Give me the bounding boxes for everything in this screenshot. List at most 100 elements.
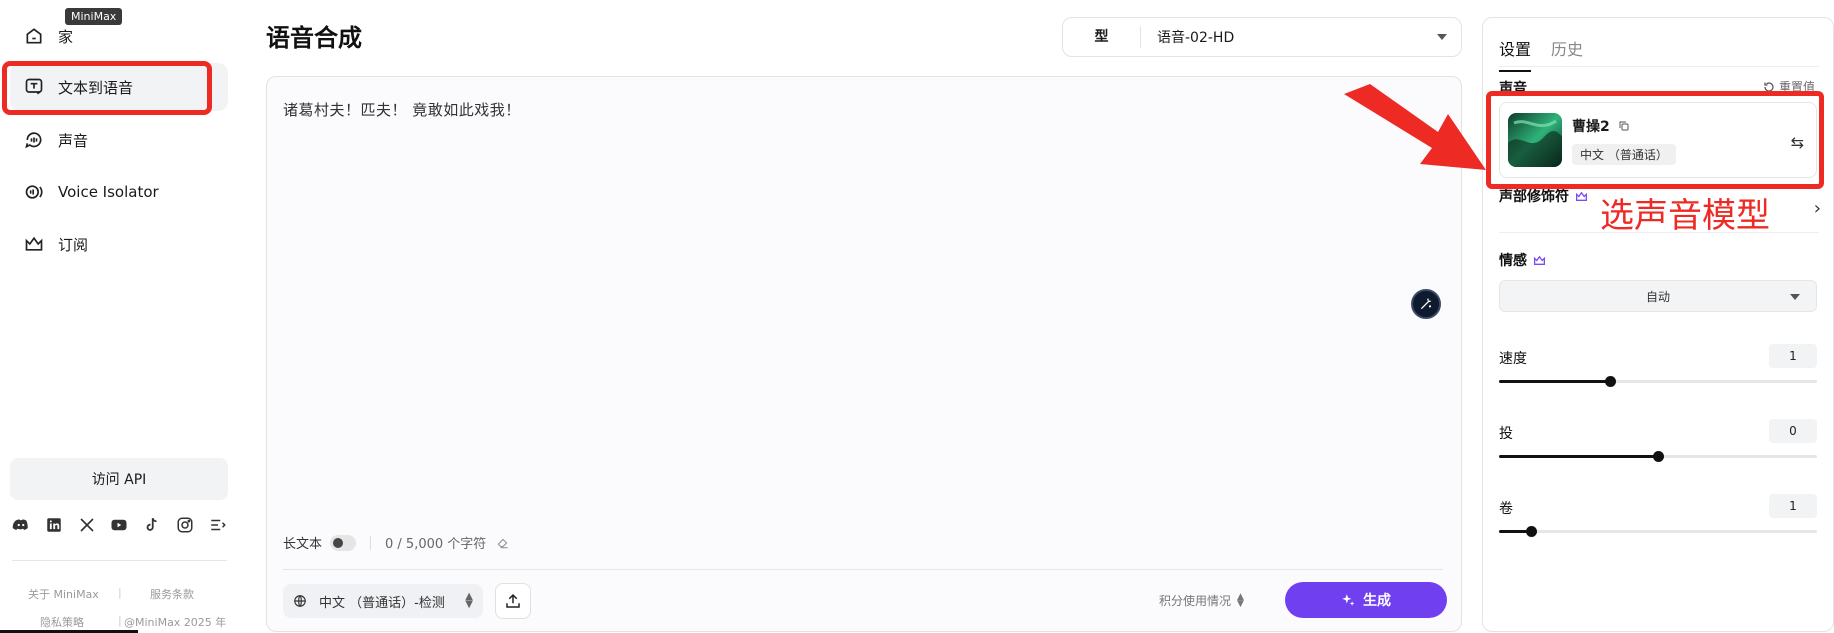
chevron-down-icon <box>1437 34 1447 40</box>
eraser-icon[interactable] <box>496 536 510 550</box>
youtube-icon[interactable] <box>110 516 128 534</box>
upload-button[interactable] <box>495 583 531 619</box>
model-label: 型 <box>1063 26 1141 48</box>
voice-section-label: 声音 <box>1499 78 1527 98</box>
emotion-label: 情感 <box>1499 253 1527 269</box>
home-icon <box>26 28 42 44</box>
pitch-label: 投 <box>1499 426 1513 442</box>
volume-slider[interactable] <box>1499 526 1817 537</box>
discord-icon[interactable] <box>12 516 30 534</box>
speed-value[interactable]: 1 <box>1769 344 1817 368</box>
speed-slider-thumb[interactable] <box>1605 376 1617 387</box>
chevron-right-icon[interactable]: › <box>1814 198 1821 219</box>
pitch-slider[interactable] <box>1499 451 1817 462</box>
volume-value[interactable]: 1 <box>1769 494 1817 518</box>
swap-icon[interactable]: ⇆ <box>1791 133 1804 152</box>
copyright-text: @MiniMax 2025 年 <box>124 616 227 629</box>
volume-label: 卷 <box>1499 501 1513 517</box>
credits-label: 积分使用情况 <box>1159 594 1232 608</box>
globe-icon <box>294 595 306 607</box>
speed-slider-row: 速度 1 <box>1499 344 1817 387</box>
updown-icon: ▲ ▼ <box>1237 591 1244 609</box>
sidebar-item-label: 家 <box>58 27 74 46</box>
language-value: 中文 （普通话）-检测 <box>319 595 445 611</box>
pitch-slider-fill <box>1499 455 1658 458</box>
instagram-icon[interactable] <box>176 516 194 534</box>
sidebar-item-label: 声音 <box>58 131 89 150</box>
text-editor[interactable]: 诸葛村夫！匹夫！ 竟敢如此戏我！ 长文本 0 / 5,000 个字符 中文 （普… <box>266 76 1462 632</box>
copy-icon[interactable] <box>1618 120 1630 132</box>
sidebar-item-subscribe[interactable]: 订阅 <box>10 220 228 268</box>
sidebar-item-voice[interactable]: 声音 <box>10 116 228 164</box>
pitch-value[interactable]: 0 <box>1769 419 1817 443</box>
sidebar-item-home[interactable]: 家 <box>10 12 228 60</box>
sidebar-item-label: 文本到语音 <box>58 78 134 97</box>
emotion-value: 自动 <box>1645 289 1670 304</box>
magic-wand-icon <box>1420 298 1431 310</box>
volume-slider-row: 卷 1 <box>1499 494 1817 537</box>
editor-divider <box>283 569 1443 570</box>
divider <box>370 535 372 550</box>
sparkle-icon <box>1342 594 1355 606</box>
crown-icon <box>1533 255 1546 265</box>
updown-icon: ▲ ▼ <box>465 591 473 610</box>
text-to-speech-icon <box>25 78 43 95</box>
volume-slider-thumb[interactable] <box>1525 526 1537 537</box>
reset-label: 重置值 <box>1778 80 1815 94</box>
generate-button[interactable]: 生成 <box>1285 582 1447 618</box>
sidebar-divider <box>12 560 227 561</box>
privacy-link[interactable]: 隐私策略 <box>40 614 84 630</box>
model-value: 语音-02-HD <box>1157 30 1235 46</box>
chevron-down-icon <box>1790 294 1800 300</box>
footer-separator: | <box>118 586 122 599</box>
access-api-button[interactable]: 访问 API <box>10 458 228 500</box>
x-icon[interactable] <box>78 516 96 534</box>
char-count: 0 / 5,000 个字符 <box>385 537 487 552</box>
credits-usage[interactable]: 积分使用情况 ▲ ▼ <box>1159 592 1244 609</box>
footer-separator: | <box>118 614 122 627</box>
crown-icon <box>1575 191 1588 201</box>
tiktok-icon[interactable] <box>143 516 161 534</box>
tabs-divider <box>1499 66 1819 67</box>
modifier-label: 声部修饰符 <box>1499 189 1569 205</box>
long-text-label: 长文本 <box>283 537 323 552</box>
crown-icon <box>25 236 43 251</box>
reset-button[interactable]: 重置值 <box>1763 78 1815 95</box>
voice-isolator-icon <box>25 185 43 199</box>
more-icon[interactable] <box>209 516 227 534</box>
voice-card[interactable]: 曹操2 中文 （普通话） ⇆ <box>1499 102 1817 178</box>
language-select[interactable]: 中文 （普通话）-检测 ▲ ▼ <box>283 584 483 618</box>
linkedin-icon[interactable] <box>45 516 63 534</box>
long-text-toggle[interactable] <box>330 534 357 551</box>
model-select[interactable]: 型 语音-02-HD <box>1062 17 1462 57</box>
voice-label: 声音 <box>1499 81 1527 97</box>
editor-text[interactable]: 诸葛村夫！匹夫！ 竟敢如此戏我！ <box>283 99 521 120</box>
pitch-slider-thumb[interactable] <box>1653 451 1664 462</box>
sidebar-item-label: Voice Isolator <box>58 183 159 201</box>
emotion-select[interactable]: 自动 <box>1499 280 1817 312</box>
reset-icon <box>1764 81 1774 92</box>
voice-language-tag: 中文 （普通话） <box>1572 143 1676 165</box>
sidebar-item-text-to-speech[interactable]: 文本到语音 <box>10 63 228 111</box>
sidebar-item-label: 订阅 <box>58 235 89 254</box>
speed-label: 速度 <box>1499 351 1527 367</box>
speed-slider[interactable] <box>1499 376 1817 387</box>
speed-slider-fill <box>1499 380 1611 383</box>
terms-link[interactable]: 服务条款 <box>150 586 194 602</box>
pitch-slider-row: 投 0 <box>1499 419 1817 462</box>
voice-icon <box>25 132 42 149</box>
modifier-section[interactable]: 声部修饰符 <box>1499 186 1588 206</box>
generate-label: 生成 <box>1363 593 1391 609</box>
social-links <box>12 516 227 534</box>
sidebar-item-voice-isolator[interactable]: Voice Isolator <box>10 168 228 216</box>
settings-panel: 设置 历史 声音 重置值 曹操2 中文 （普通话） ⇆ 声部修饰符 › 情感 自… <box>1482 17 1834 632</box>
ai-assist-button[interactable] <box>1411 289 1441 319</box>
long-text-row: 长文本 0 / 5,000 个字符 <box>283 533 510 552</box>
sidebar: MiniMax 家 文本到语音 声音 Voice Isolator 订阅 访问 … <box>0 0 245 633</box>
voice-avatar <box>1508 113 1562 167</box>
upload-icon <box>506 593 520 608</box>
about-link[interactable]: 关于 MiniMax <box>28 586 99 602</box>
voice-name: 曹操2 <box>1572 118 1610 135</box>
page-title: 语音合成 <box>266 24 362 52</box>
emotion-section: 情感 <box>1499 250 1546 270</box>
